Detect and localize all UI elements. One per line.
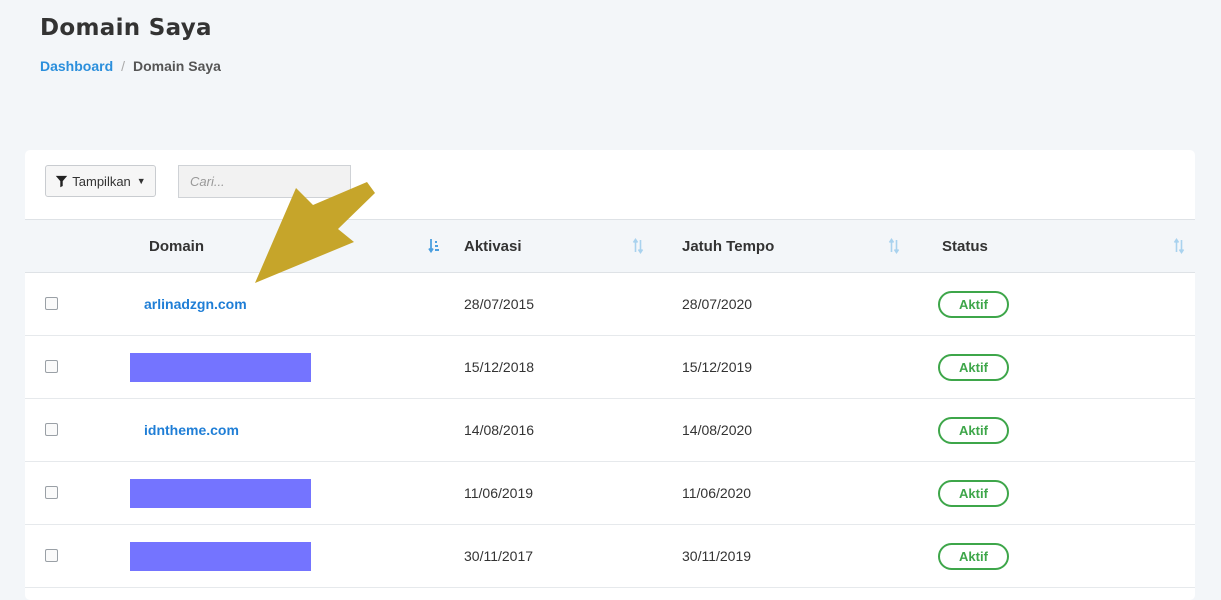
status-badge: Aktif	[938, 479, 1009, 507]
header-domain[interactable]: Domain	[130, 220, 440, 273]
redacted-domain	[130, 541, 311, 571]
caret-down-icon: ▼	[136, 176, 146, 186]
sort-ascending-icon[interactable]	[428, 238, 440, 254]
due-date: 14/08/2020	[682, 422, 753, 438]
row-checkbox[interactable]	[45, 360, 58, 373]
table-row[interactable]: 15/12/2018 15/12/2019 Aktif	[25, 336, 1195, 399]
status-badge: Aktif	[938, 542, 1009, 570]
activation-date: 11/06/2019	[464, 485, 534, 501]
domain-table: Domain Aktivasi Jatuh Tempo Status arlin…	[25, 219, 1195, 588]
filter-icon	[56, 175, 68, 187]
header-select	[25, 220, 130, 273]
due-date: 28/07/2020	[682, 296, 753, 312]
row-checkbox[interactable]	[45, 297, 58, 310]
table-row[interactable]: 30/11/2017 30/11/2019 Aktif	[25, 525, 1195, 588]
breadcrumb-separator: /	[121, 58, 126, 74]
page-title: Domain Saya	[40, 15, 212, 41]
table-row[interactable]: idntheme.com 14/08/2016 14/08/2020 Aktif	[25, 399, 1195, 462]
row-checkbox[interactable]	[45, 423, 58, 436]
activation-date: 30/11/2017	[464, 548, 534, 564]
activation-date: 15/12/2018	[464, 359, 535, 375]
header-status[interactable]: Status	[924, 220, 1195, 273]
redacted-domain	[130, 352, 311, 382]
table-row[interactable]: arlinadzgn.com 28/07/2015 28/07/2020 Akt…	[25, 273, 1195, 336]
sort-icon[interactable]	[888, 238, 900, 254]
breadcrumb: Dashboard / Domain Saya	[40, 58, 221, 74]
header-activation-label: Aktivasi	[464, 237, 522, 255]
sort-icon[interactable]	[632, 238, 644, 254]
row-checkbox[interactable]	[45, 549, 58, 562]
header-due-date[interactable]: Jatuh Tempo	[658, 220, 924, 273]
breadcrumb-current: Domain Saya	[133, 58, 221, 74]
status-badge: Aktif	[938, 416, 1009, 444]
status-badge: Aktif	[938, 290, 1009, 318]
filter-dropdown-button[interactable]: Tampilkan ▼	[45, 165, 156, 197]
status-badge: Aktif	[938, 353, 1009, 381]
table-header-row: Domain Aktivasi Jatuh Tempo Status	[25, 219, 1195, 273]
header-activation[interactable]: Aktivasi	[440, 220, 658, 273]
activation-date: 14/08/2016	[464, 422, 535, 438]
due-date: 30/11/2019	[682, 548, 752, 564]
header-due-date-label: Jatuh Tempo	[682, 237, 775, 255]
domain-link[interactable]: idntheme.com	[144, 422, 239, 438]
due-date: 15/12/2019	[682, 359, 753, 375]
row-checkbox[interactable]	[45, 486, 58, 499]
search-input[interactable]	[178, 165, 351, 198]
redacted-domain	[130, 478, 311, 508]
sort-icon[interactable]	[1173, 238, 1185, 254]
domain-link[interactable]: arlinadzgn.com	[144, 296, 247, 312]
activation-date: 28/07/2015	[464, 296, 535, 312]
table-row[interactable]: 11/06/2019 11/06/2020 Aktif	[25, 462, 1195, 525]
due-date: 11/06/2020	[682, 485, 752, 501]
filter-button-label: Tampilkan	[72, 173, 131, 189]
breadcrumb-dashboard-link[interactable]: Dashboard	[40, 58, 113, 74]
domain-table-card: Tampilkan ▼ Domain Aktivasi	[25, 150, 1195, 600]
table-toolbar: Tampilkan ▼	[25, 150, 1195, 219]
header-domain-label: Domain	[149, 237, 205, 255]
header-status-label: Status	[942, 237, 988, 255]
